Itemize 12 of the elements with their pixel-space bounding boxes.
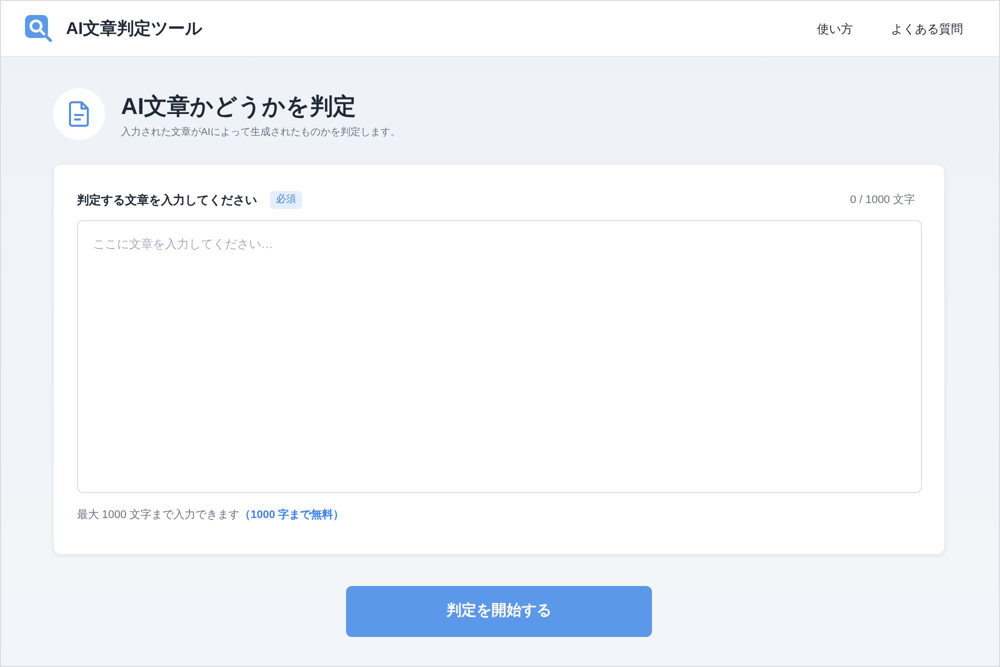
input-label: 判定する文章を入力してください bbox=[77, 192, 257, 209]
text-input-field[interactable]: ここに文章を入力してください… bbox=[77, 220, 922, 493]
character-counter: 0 / 1000 文字 bbox=[850, 192, 915, 208]
magnifier-logo-icon bbox=[25, 15, 52, 42]
nav-link[interactable]: よくある質問 bbox=[891, 20, 963, 38]
page-heading: AI文章かどうかを判定 bbox=[121, 92, 357, 120]
page-description: 入力された文章がAIによって生成されたものかを判定します。 bbox=[121, 127, 400, 140]
app-title: AI文章判定ツール bbox=[66, 18, 202, 40]
required-tag: 必須 bbox=[270, 191, 302, 209]
nav-link[interactable]: 使い方 bbox=[817, 20, 853, 38]
free-limit-note: （1000 字まで無料） bbox=[240, 509, 344, 521]
helper-text: 最大 1000 文字まで入力できます bbox=[77, 509, 240, 521]
